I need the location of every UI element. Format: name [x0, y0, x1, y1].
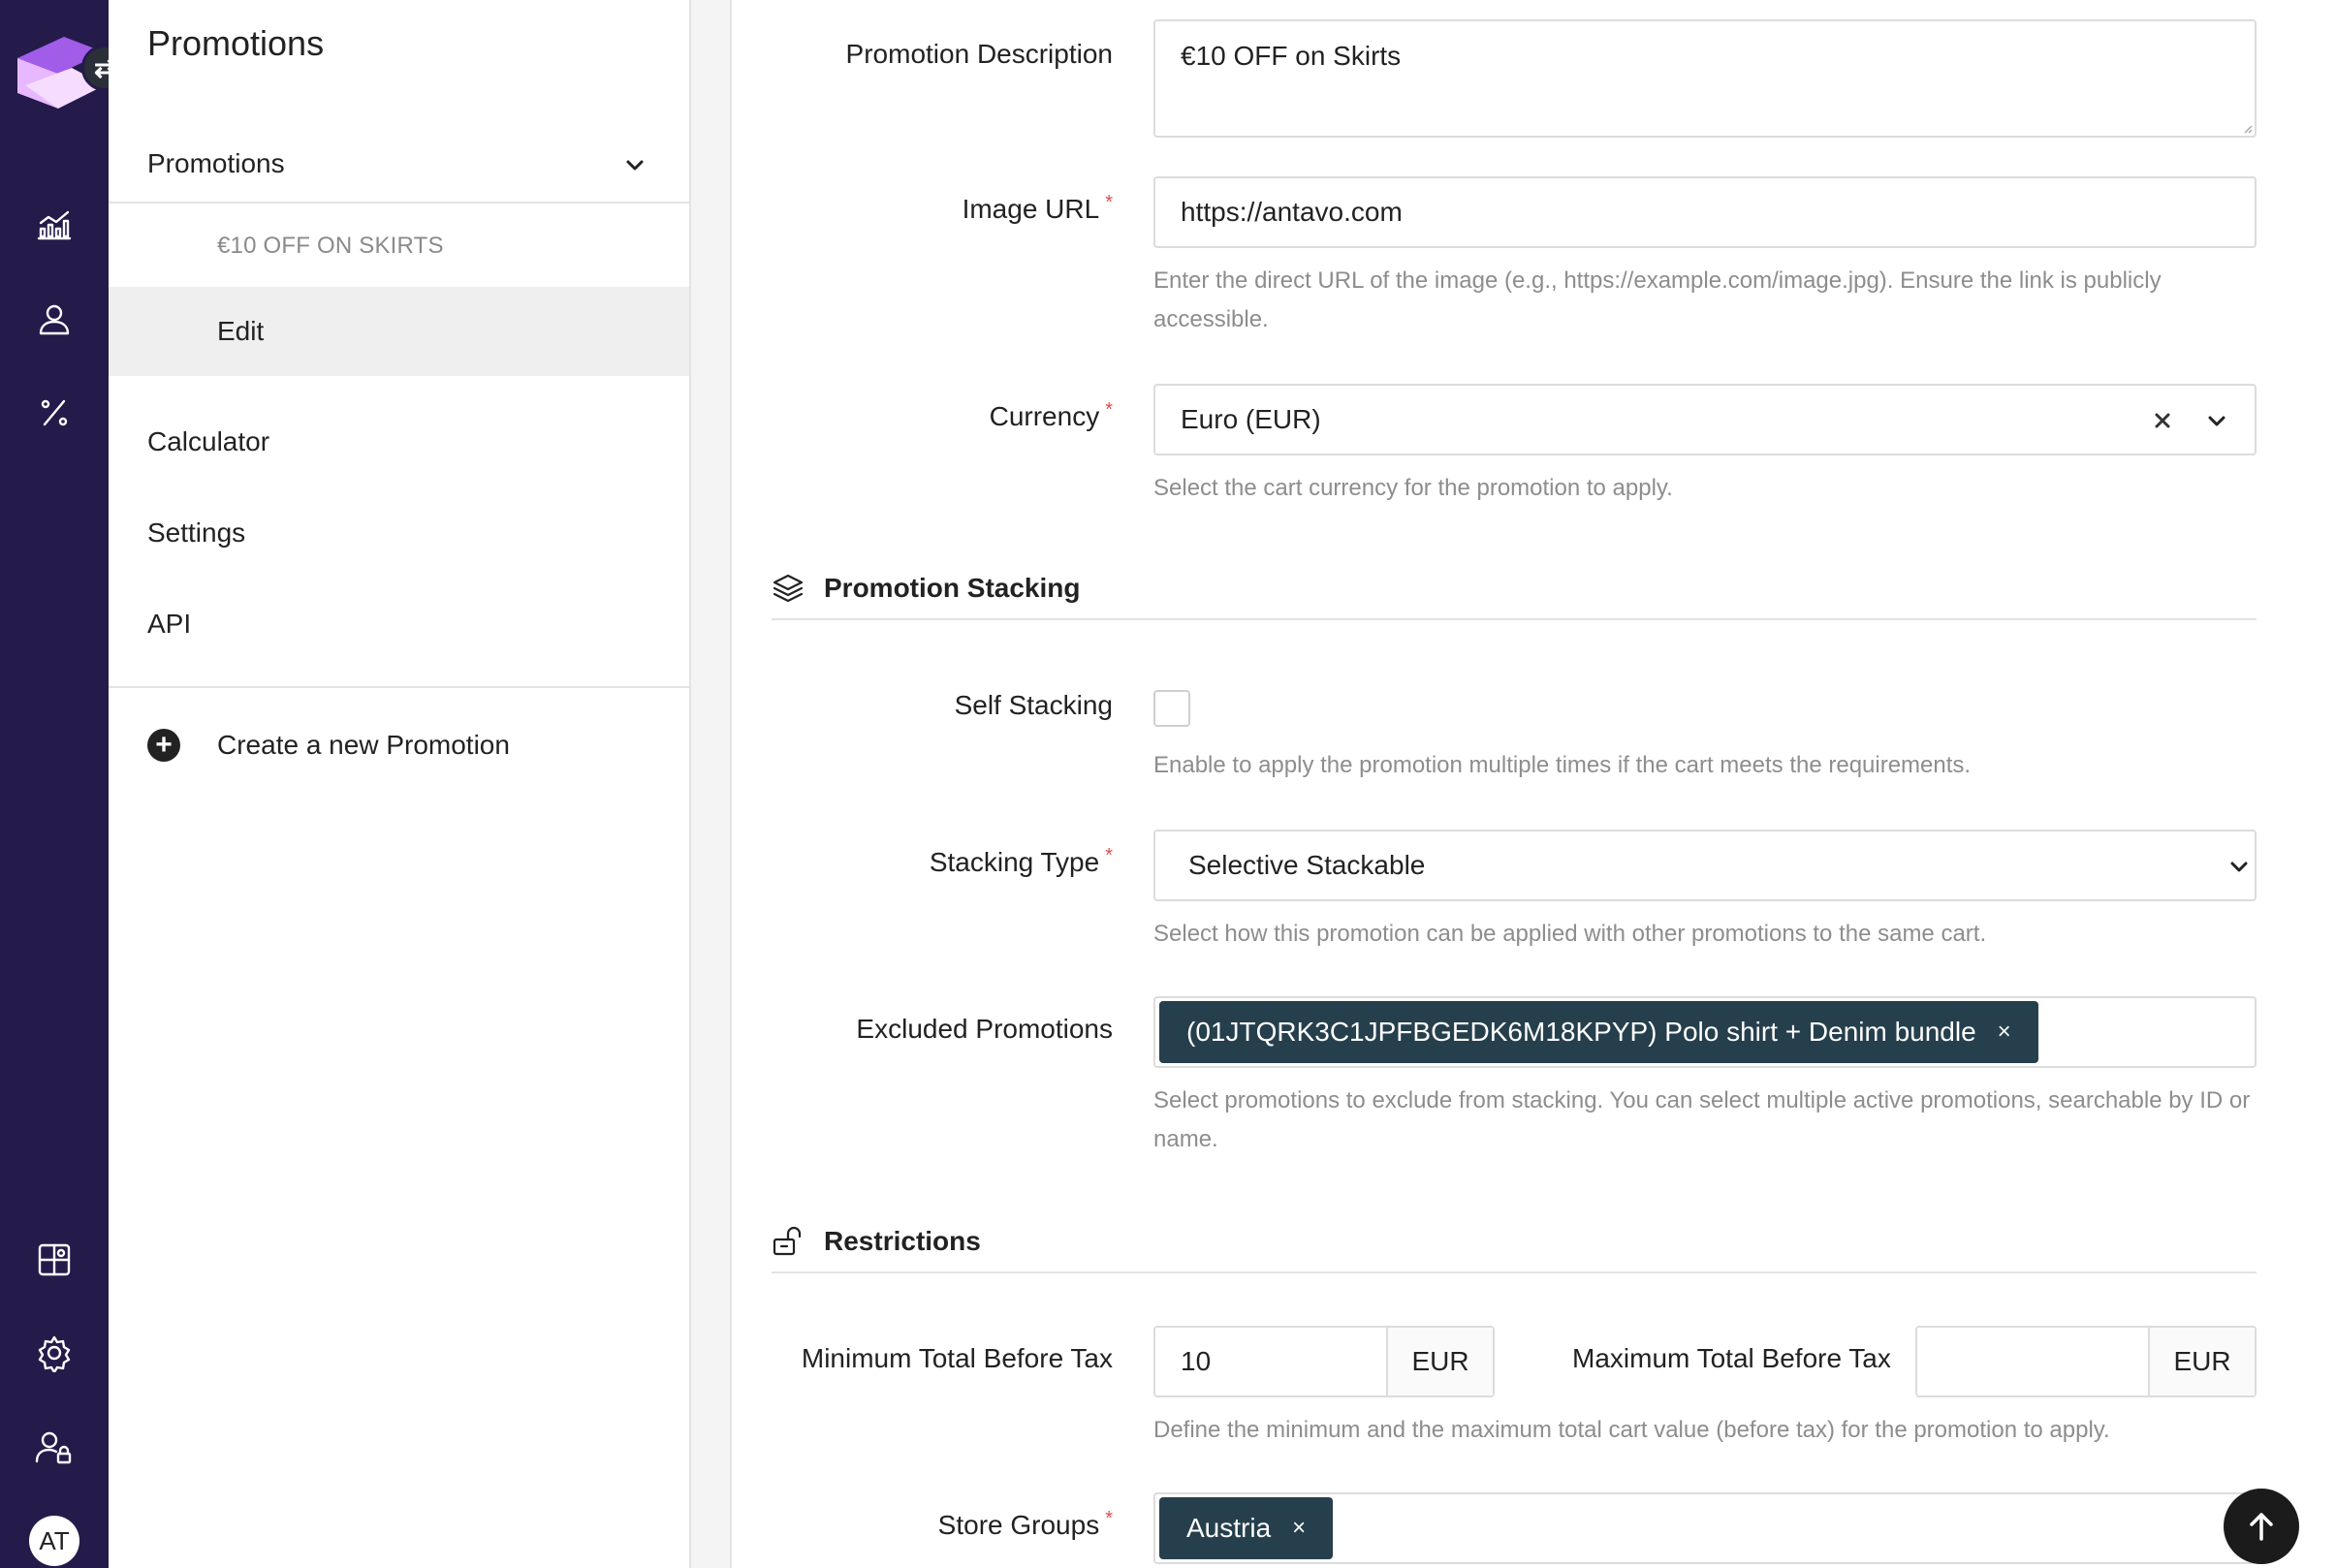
tag-remove-icon[interactable]: ×: [1292, 1515, 1306, 1542]
user-lock-icon[interactable]: [31, 1425, 78, 1471]
sidebar-item-edit[interactable]: Edit: [109, 287, 689, 376]
store-groups-label: Store Groups *: [937, 1508, 1113, 1540]
clear-icon[interactable]: [2154, 412, 2171, 429]
image-url-help: Enter the direct URL of the image (e.g.,…: [1153, 267, 2162, 332]
sidebar-item-api[interactable]: API: [147, 609, 191, 640]
image-url-label: Image URL *: [962, 192, 1113, 224]
currency-select[interactable]: Euro (EUR): [1153, 384, 2257, 455]
user-icon[interactable]: [31, 297, 78, 343]
stacking-type-label: Stacking Type *: [929, 845, 1113, 877]
percent-icon[interactable]: [31, 390, 78, 436]
image-url-input[interactable]: https://antavo.com: [1153, 176, 2257, 248]
sidebar-title: Promotions: [147, 23, 325, 63]
excluded-promotion-tag[interactable]: (01JTQRK3C1JPFBGEDK6M18KPYP) Polo shirt …: [1159, 1001, 2038, 1063]
required-marker: *: [1105, 399, 1113, 421]
restrictions-title: Restrictions: [824, 1226, 981, 1256]
settings-icon[interactable]: [31, 1330, 78, 1376]
excluded-promotions-multiselect[interactable]: (01JTQRK3C1JPFBGEDK6M18KPYP) Polo shirt …: [1153, 996, 2257, 1068]
min-total-currency-addon: EUR: [1386, 1328, 1493, 1396]
chevron-down-icon[interactable]: [2206, 410, 2227, 431]
self-stacking-checkbox[interactable]: [1153, 690, 1190, 727]
total-before-tax-help: Define the minimum and the maximum total…: [1153, 1417, 2110, 1443]
required-marker: *: [1105, 845, 1113, 866]
chevron-down-icon: [626, 160, 644, 171]
min-total-input[interactable]: 10 EUR: [1153, 1326, 1495, 1397]
promotion-description-value: €10 OFF on Skirts: [1181, 41, 1402, 71]
sidebar-item-current-promotion[interactable]: €10 OFF ON SKIRTS: [109, 205, 689, 287]
sidebar-group-label: Promotions: [147, 148, 285, 178]
image-url-value: https://antavo.com: [1181, 197, 1403, 227]
restrictions-section-header: Restrictions: [772, 1211, 2257, 1273]
content-gutter: [691, 0, 732, 1568]
secondary-sidebar: Promotions Promotions €10 OFF ON SKIRTS …: [109, 0, 691, 1568]
layers-icon: [773, 574, 804, 603]
min-total-value: 10: [1181, 1346, 1212, 1376]
integrations-icon[interactable]: [31, 1237, 78, 1283]
stacking-type-value: Selective Stackable: [1188, 850, 1426, 880]
app-rail: ⇄ AT: [0, 0, 128, 1568]
max-total-label: Maximum Total Before Tax: [1572, 1343, 1891, 1373]
tag-remove-icon[interactable]: ×: [1998, 1019, 2011, 1046]
self-stacking-label: Self Stacking: [954, 690, 1113, 720]
required-marker: *: [1105, 1508, 1113, 1529]
required-marker: *: [1105, 192, 1113, 213]
promotion-stacking-section-header: Promotion Stacking: [772, 558, 2257, 620]
create-promotion-label: Create a new Promotion: [217, 730, 510, 760]
stacking-type-help: Select how this promotion can be applied…: [1153, 921, 1987, 947]
stacking-type-select[interactable]: Selective Stackable: [1153, 830, 2257, 901]
chevron-down-icon[interactable]: [2229, 857, 2249, 876]
sidebar-item-settings[interactable]: Settings: [147, 517, 245, 549]
excluded-promotions-label: Excluded Promotions: [856, 1014, 1113, 1044]
unlock-icon: [773, 1226, 802, 1256]
store-group-tag[interactable]: Austria ×: [1159, 1497, 1334, 1559]
self-stacking-help: Enable to apply the promotion multiple t…: [1153, 752, 1972, 778]
promotion-description-textarea[interactable]: €10 OFF on Skirts: [1153, 19, 2257, 138]
sidebar-divider: [109, 686, 689, 688]
promotion-stacking-title: Promotion Stacking: [824, 573, 1081, 603]
min-total-label: Minimum Total Before Tax: [801, 1343, 1113, 1373]
resize-handle-icon[interactable]: [2241, 122, 2253, 134]
scroll-to-top-button[interactable]: [2224, 1489, 2299, 1564]
store-groups-multiselect[interactable]: Austria ×: [1153, 1492, 2257, 1564]
max-total-currency-addon: EUR: [2148, 1328, 2255, 1396]
currency-help: Select the cart currency for the promoti…: [1153, 475, 1673, 501]
sidebar-item-calculator[interactable]: Calculator: [147, 426, 269, 457]
currency-value: Euro (EUR): [1181, 404, 1321, 434]
currency-label: Currency *: [989, 399, 1113, 431]
sidebar-group-promotions[interactable]: Promotions: [109, 126, 689, 204]
plus-circle-icon: +: [147, 729, 180, 762]
analytics-icon[interactable]: [31, 202, 78, 248]
create-promotion-button[interactable]: + Create a new Promotion: [147, 729, 510, 762]
user-avatar[interactable]: AT: [29, 1516, 79, 1566]
arrow-up-icon: [2250, 1513, 2273, 1541]
max-total-input[interactable]: EUR: [1915, 1326, 2257, 1397]
excluded-promotions-help: Select promotions to exclude from stacki…: [1153, 1087, 2251, 1152]
promotion-description-label: Promotion Description: [845, 39, 1113, 69]
